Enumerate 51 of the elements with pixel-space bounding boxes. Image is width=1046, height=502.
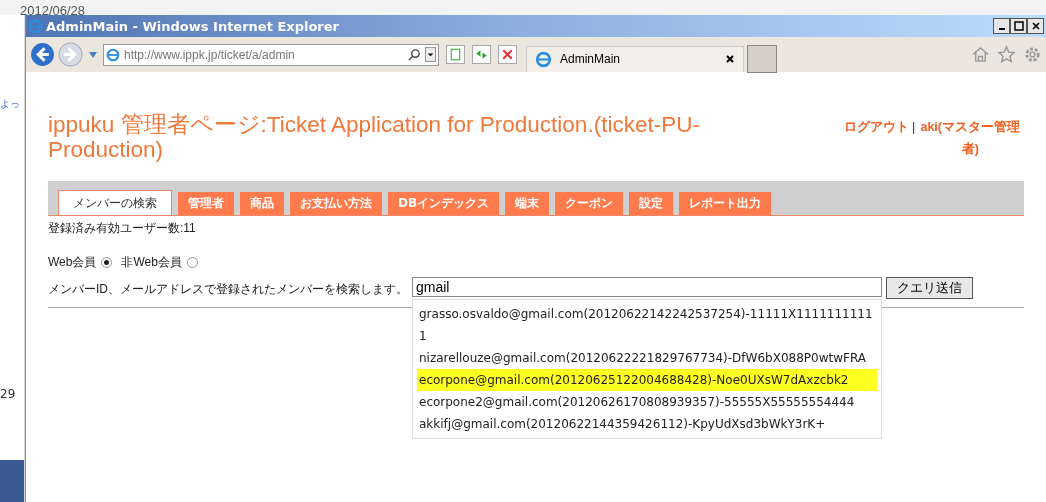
page-title: ippuku 管理者ページ:Ticket Application for Production.(ticket-PU-Production) bbox=[48, 112, 701, 162]
suggestion-item[interactable]: ecorpone@gmail.com(20120625122004688428)-Noe0UXsW7dAxzcbk2 bbox=[417, 369, 877, 391]
maximize-button[interactable] bbox=[1010, 18, 1027, 34]
maximize-icon bbox=[1013, 21, 1024, 31]
close-tab-icon[interactable] bbox=[725, 54, 735, 64]
nav-tab[interactable]: クーポン bbox=[555, 192, 624, 215]
search-label: メンバーID、メールアドレスで登録されたメンバーを検索します。 bbox=[48, 281, 408, 298]
submit-button[interactable]: クエリ送信 bbox=[886, 277, 973, 299]
page-icon bbox=[535, 50, 552, 68]
window-title: AdminMain - Windows Internet Explorer bbox=[46, 18, 339, 34]
radio-label: 非Web会員 bbox=[121, 254, 182, 271]
minimize-icon bbox=[998, 28, 1005, 30]
minimize-button[interactable] bbox=[993, 18, 1010, 34]
nav-tab[interactable]: レポート出力 bbox=[679, 192, 772, 215]
nav-tab[interactable]: お支払い方法 bbox=[290, 192, 382, 215]
nav-tab[interactable]: 商品 bbox=[240, 192, 284, 215]
user-count: 登録済み有効ユーザー数:11 bbox=[48, 220, 197, 237]
background-text: 29 bbox=[0, 387, 16, 401]
user-link[interactable]: aki(マスター管理者) bbox=[918, 116, 1023, 160]
radio-button[interactable] bbox=[101, 257, 113, 268]
close-icon bbox=[1030, 21, 1041, 31]
new-tab-button[interactable] bbox=[747, 44, 777, 73]
nav-tab[interactable]: 設定 bbox=[629, 192, 674, 215]
close-button[interactable] bbox=[1027, 18, 1044, 34]
radio-button[interactable] bbox=[186, 257, 198, 268]
refresh-icon[interactable] bbox=[472, 45, 491, 64]
address-bar[interactable]: http://www.ippk.jp/ticket/a/admin bbox=[103, 43, 439, 66]
radio-label: Web会員 bbox=[48, 254, 97, 271]
browser-tab[interactable]: AdminMain bbox=[526, 45, 744, 72]
star-icon[interactable] bbox=[997, 45, 1016, 64]
browser-logo-icon bbox=[28, 18, 43, 34]
dropdown-icon[interactable] bbox=[425, 47, 436, 62]
background-text: よっ bbox=[0, 97, 20, 111]
stop-icon[interactable] bbox=[498, 45, 517, 64]
nav-tab[interactable]: 端末 bbox=[505, 192, 550, 215]
page-icon bbox=[106, 47, 120, 62]
forward-icon[interactable] bbox=[58, 42, 83, 67]
back-icon[interactable] bbox=[30, 42, 55, 67]
settings-icon[interactable] bbox=[1023, 45, 1042, 64]
nav-tab[interactable]: メンバーの検索 bbox=[58, 190, 172, 215]
nav-tab[interactable]: 管理者 bbox=[178, 192, 234, 215]
home-icon[interactable] bbox=[971, 45, 990, 64]
suggestion-item[interactable]: nizarellouze@gmail.com(20120622221829767734)-DfW6bX088P0wtwFRA bbox=[417, 347, 877, 369]
search-icon[interactable] bbox=[408, 48, 421, 61]
nav-tab[interactable]: DBインデックス bbox=[388, 192, 500, 215]
logout-link[interactable]: ログアウト bbox=[844, 116, 909, 138]
search-field[interactable]: gmail bbox=[412, 277, 882, 297]
suggestion-item[interactable]: akkifj@gmail.com(20120622144359426112)-KpyUdXsd3bWkY3rK+ bbox=[417, 413, 877, 435]
separator-text: | bbox=[912, 119, 916, 136]
date-text: 2012/06/28 bbox=[20, 3, 86, 15]
suggestion-item[interactable]: ecorpone2@gmail.com(20120626170808939357)-55555X55555554444 bbox=[417, 391, 877, 413]
